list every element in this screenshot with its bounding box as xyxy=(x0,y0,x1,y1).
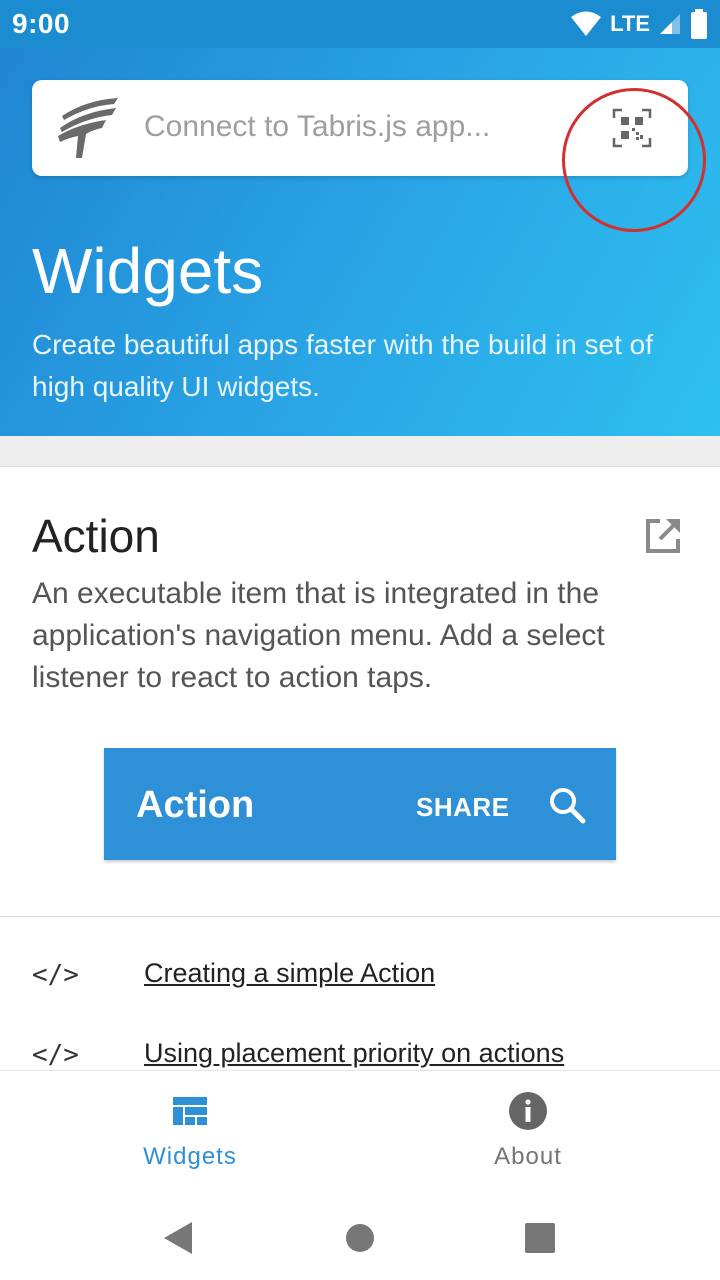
tab-widgets-label: Widgets xyxy=(143,1143,237,1170)
widget-title: Action xyxy=(32,510,160,562)
back-icon[interactable] xyxy=(156,1214,204,1262)
qr-code-icon xyxy=(612,108,652,148)
open-external-icon[interactable] xyxy=(644,515,684,555)
wifi-icon xyxy=(571,11,602,36)
section-separator xyxy=(0,436,720,467)
battery-icon xyxy=(691,9,707,39)
qr-scan-button[interactable] xyxy=(608,104,656,152)
home-icon[interactable] xyxy=(336,1214,384,1262)
widget-description: An executable item that is integrated in… xyxy=(32,577,605,694)
search-icon[interactable] xyxy=(548,786,586,824)
system-navigation-bar xyxy=(0,1196,720,1280)
info-icon xyxy=(509,1092,547,1130)
share-action-button[interactable]: SHARE xyxy=(416,792,510,823)
hero-header: Connect to Tabris.js app... Widgets Crea… xyxy=(0,48,720,436)
signal-icon xyxy=(660,14,680,34)
page-subtitle: Create beautiful apps faster with the bu… xyxy=(32,329,654,402)
bottom-navigation: Widgets About xyxy=(0,1070,720,1197)
tab-about[interactable]: About xyxy=(348,1071,708,1197)
code-icon: </> xyxy=(32,960,79,990)
action-demo-toolbar: Action SHARE xyxy=(104,748,616,860)
connect-search-bar[interactable]: Connect to Tabris.js app... xyxy=(32,80,706,232)
tab-about-label: About xyxy=(494,1143,562,1170)
grid-icon xyxy=(173,1097,207,1125)
tab-widgets[interactable]: Widgets xyxy=(10,1071,370,1197)
tabris-logo-icon xyxy=(58,98,118,158)
status-bar: 9:00 LTE xyxy=(0,0,720,48)
recents-icon[interactable] xyxy=(516,1214,564,1262)
divider xyxy=(0,916,720,917)
status-icons: LTE xyxy=(570,9,708,39)
search-input[interactable]: Connect to Tabris.js app... xyxy=(144,110,490,144)
snippet-link[interactable]: Creating a simple Action xyxy=(144,958,435,989)
demo-toolbar-title: Action xyxy=(136,784,255,826)
network-type: LTE xyxy=(610,11,650,36)
snippet-link[interactable]: Using placement priority on actions xyxy=(144,1038,564,1069)
snippet-link-item[interactable]: </> Creating a simple Action xyxy=(0,952,720,1002)
status-time: 9:00 xyxy=(12,8,71,39)
code-icon: </> xyxy=(32,1040,79,1070)
page-title: Widgets xyxy=(32,235,264,307)
